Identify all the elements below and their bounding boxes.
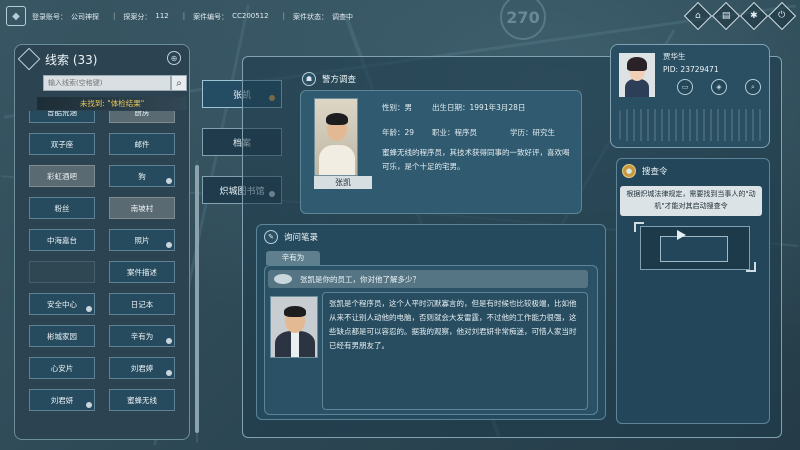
voice-wave: [619, 109, 763, 141]
play-icon[interactable]: [677, 230, 686, 240]
clue-item[interactable]: 安全中心: [29, 293, 95, 315]
search-icon[interactable]: ⌕: [745, 79, 761, 95]
clue-search-input[interactable]: [43, 75, 171, 91]
clue-item[interactable]: 刘君婷: [109, 357, 175, 379]
police-header: ☗ 警方调查: [302, 72, 356, 86]
question-bar: 张凯是你的员工，你对他了解多少？: [268, 270, 588, 288]
clue-grid: 曾酷荒涵 厨房双子座 邮件彩虹酒吧 狗粉丝 南坡村中海嘉台 照片案件描述安全中心 日记本彬城…: [29, 111, 189, 435]
mark-icon: [86, 306, 92, 312]
document-icon[interactable]: ▤: [711, 1, 741, 31]
age-field: 年龄：29: [382, 128, 415, 137]
speaker-icon: [274, 274, 292, 284]
case-info: 登录账号： 公司神探 | 探案分： 112 | 案件编号： CC200512 | 案件…: [32, 12, 353, 21]
case-status: 案件状态： 调查中: [292, 13, 353, 21]
clue-item[interactable]: 蜜蜂无线: [109, 389, 175, 411]
target-icon[interactable]: ⊕: [167, 51, 181, 65]
tab-xinyouwei[interactable]: 辛有为: [266, 251, 320, 265]
warrant-note: 根据炽城法律规定，需要找到当事人的"动机"才能对其启动搜查令: [620, 186, 762, 216]
clue-item[interactable]: 狗: [109, 165, 175, 187]
detective-pid: PID: 23729471: [663, 65, 719, 74]
clue-search: ⌕: [43, 75, 187, 91]
education-field: 学历：研究生: [510, 128, 555, 137]
detective-score: 探案分： 112: [123, 12, 169, 21]
clue-item[interactable]: 案件描述: [109, 261, 175, 283]
mark-icon: [166, 242, 172, 248]
suspect-description: 蜜蜂无线的程序员，其技术获得同事的一致好评，喜欢喝可乐，是个十足的宅男。: [382, 148, 570, 171]
clue-item-label: 曾酷荒涵: [47, 111, 77, 117]
clue-item[interactable]: 照片: [109, 229, 175, 251]
case-number: 案件编号： CC200512: [193, 12, 269, 21]
clue-item[interactable]: 粉丝: [29, 197, 95, 219]
clue-item-label: 南坡村: [130, 203, 154, 213]
mark-icon: [166, 370, 172, 376]
clue-item-label: 辛有为: [130, 331, 154, 341]
answer-box: 张凯是个程序员，这个人平时沉默寡言的，但是有时候也比较极端，比如他从来不让别人动…: [322, 292, 588, 410]
id-card-icon[interactable]: ▭: [677, 79, 693, 95]
chat-icon: ✎: [264, 230, 278, 244]
clue-item-label: 照片: [134, 235, 150, 245]
police-icon: ☗: [302, 72, 316, 86]
video-screen[interactable]: [660, 236, 728, 262]
clue-item-label: 刘君妍: [50, 395, 74, 405]
clue-item[interactable]: 双子座: [29, 133, 95, 155]
gender-field: 性别：男: [382, 103, 412, 112]
clue-item[interactable]: 彩虹酒吧: [29, 165, 95, 187]
clue-item-label: 双子座: [50, 139, 74, 149]
detective-profile: 贾华生 PID: 23729471 ▭ ◈ ⌕: [610, 44, 770, 148]
scrollbar-thumb[interactable]: [195, 165, 199, 433]
clue-item-label: 粉丝: [54, 203, 70, 213]
clue-item[interactable]: 彬城家园: [29, 325, 95, 347]
clue-item[interactable]: 日记本: [109, 293, 175, 315]
clue-item[interactable]: 南坡村: [109, 197, 175, 219]
clue-item-label: 中海嘉台: [47, 235, 77, 245]
clue-item-label: 日记本: [130, 299, 154, 309]
detective-avatar: [619, 53, 655, 97]
settings-icon[interactable]: ✱: [739, 1, 769, 31]
clue-item[interactable]: 厨房: [109, 111, 175, 123]
search-icon[interactable]: ⌕: [171, 75, 187, 91]
clue-item[interactable]: 心安片: [29, 357, 95, 379]
mark-icon: [166, 178, 172, 184]
not-found-message: 未找到: "体检结果": [37, 97, 187, 110]
job-field: 职业：程序员: [432, 128, 477, 137]
witness-portrait: [270, 296, 318, 358]
mark-icon: [166, 338, 172, 344]
clue-item[interactable]: 辛有为: [109, 325, 175, 347]
clue-item[interactable]: [29, 261, 95, 283]
clue-icon: [17, 47, 41, 71]
home-icon[interactable]: ⌂: [683, 1, 713, 31]
login-account: 登录账号： 公司神探: [32, 13, 99, 21]
top-bar: ◆ 登录账号： 公司神探 | 探案分： 112 | 案件编号： CC200512 | …: [0, 0, 800, 34]
detective-name: 贾华生: [663, 52, 686, 61]
clue-item-label: 彬城家园: [47, 331, 77, 341]
clue-item-label: 狗: [138, 171, 146, 181]
answer-text: 张凯是个程序员，这个人平时沉默寡言的，但是有时候也比较极端，比如他从来不让别人动…: [329, 299, 577, 350]
clue-title: 线索 (33): [45, 53, 98, 67]
suspect-name-plate: 张凯: [314, 176, 372, 189]
clue-item-label: 案件描述: [127, 267, 157, 277]
clue-item[interactable]: 刘君妍: [29, 389, 95, 411]
clue-panel: 线索 (33) ⊕ ⌕ 未找到: "体检结果" 曾酷荒涵 厨房双子座 邮件彩虹酒吧 狗…: [14, 44, 199, 443]
app-logo-icon: ◆: [6, 6, 26, 26]
mark-icon: [86, 402, 92, 408]
clue-item-label: 蜜蜂无线: [127, 395, 157, 405]
dob-field: 出生日期：1991年3月28日: [432, 103, 526, 112]
clue-item-label: 邮件: [134, 139, 150, 149]
suspect-portrait: [314, 98, 358, 176]
power-icon[interactable]: ⏻: [767, 1, 797, 31]
clue-item-label: 心安片: [50, 363, 74, 373]
corner-bracket: [746, 262, 756, 272]
clue-item-label: 刘君婷: [130, 363, 154, 373]
badge-icon[interactable]: ◈: [711, 79, 727, 95]
clue-item[interactable]: 曾酷荒涵: [29, 111, 95, 123]
clue-item-label: 安全中心: [47, 299, 77, 309]
clue-item[interactable]: 中海嘉台: [29, 229, 95, 251]
warrant-header: ● 搜查令: [622, 164, 668, 178]
warrant-icon: ●: [622, 164, 636, 178]
clue-item-label: 彩虹酒吧: [47, 171, 77, 181]
corner-bracket: [634, 222, 644, 232]
clue-item-label: 厨房: [134, 111, 150, 117]
clue-item[interactable]: 邮件: [109, 133, 175, 155]
inquiry-header: ✎ 询问笔录: [264, 230, 318, 244]
